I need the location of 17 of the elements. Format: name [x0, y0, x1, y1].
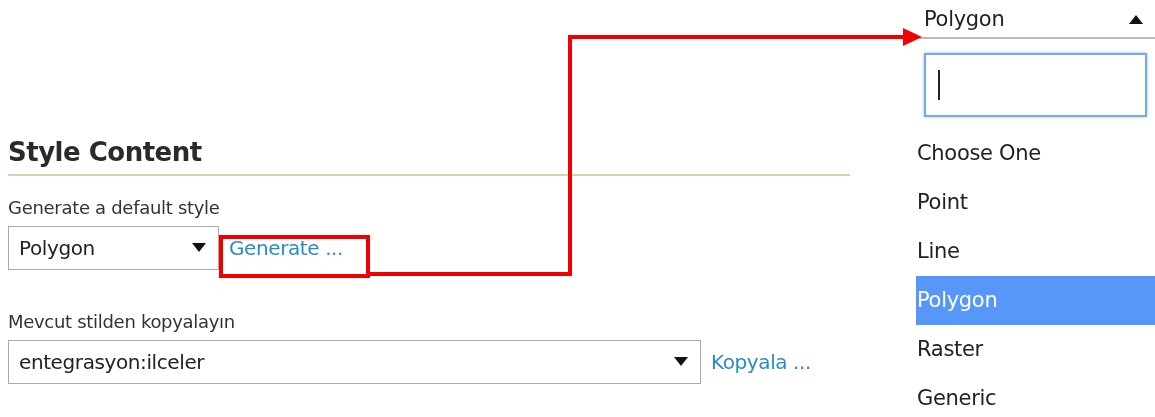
dropdown-option[interactable]: Line — [916, 227, 1155, 276]
select-field[interactable]: entegrasyon:ilceler — [8, 340, 701, 384]
caret-icon — [674, 357, 688, 367]
caret-icon — [192, 243, 206, 253]
link[interactable]: Generate ... — [229, 236, 344, 260]
link[interactable]: Kopyala ... — [711, 350, 811, 374]
field-label: Generate a default style — [8, 196, 221, 220]
caret-icon — [1129, 13, 1143, 24]
dropdown-option[interactable]: Generic — [916, 374, 1155, 417]
select-field[interactable]: Polygon — [8, 226, 219, 270]
search-field[interactable] — [924, 53, 1147, 117]
dropdown-option[interactable]: Choose One — [916, 129, 1155, 178]
dropdown-option[interactable]: Raster — [916, 325, 1155, 374]
field-label: Mevcut stilden kopyalayın — [8, 310, 236, 334]
dropdown-field[interactable]: Polygon — [916, 0, 1155, 39]
section-title: Style Content — [8, 136, 203, 169]
dropdown-option[interactable]: Point — [916, 178, 1155, 227]
